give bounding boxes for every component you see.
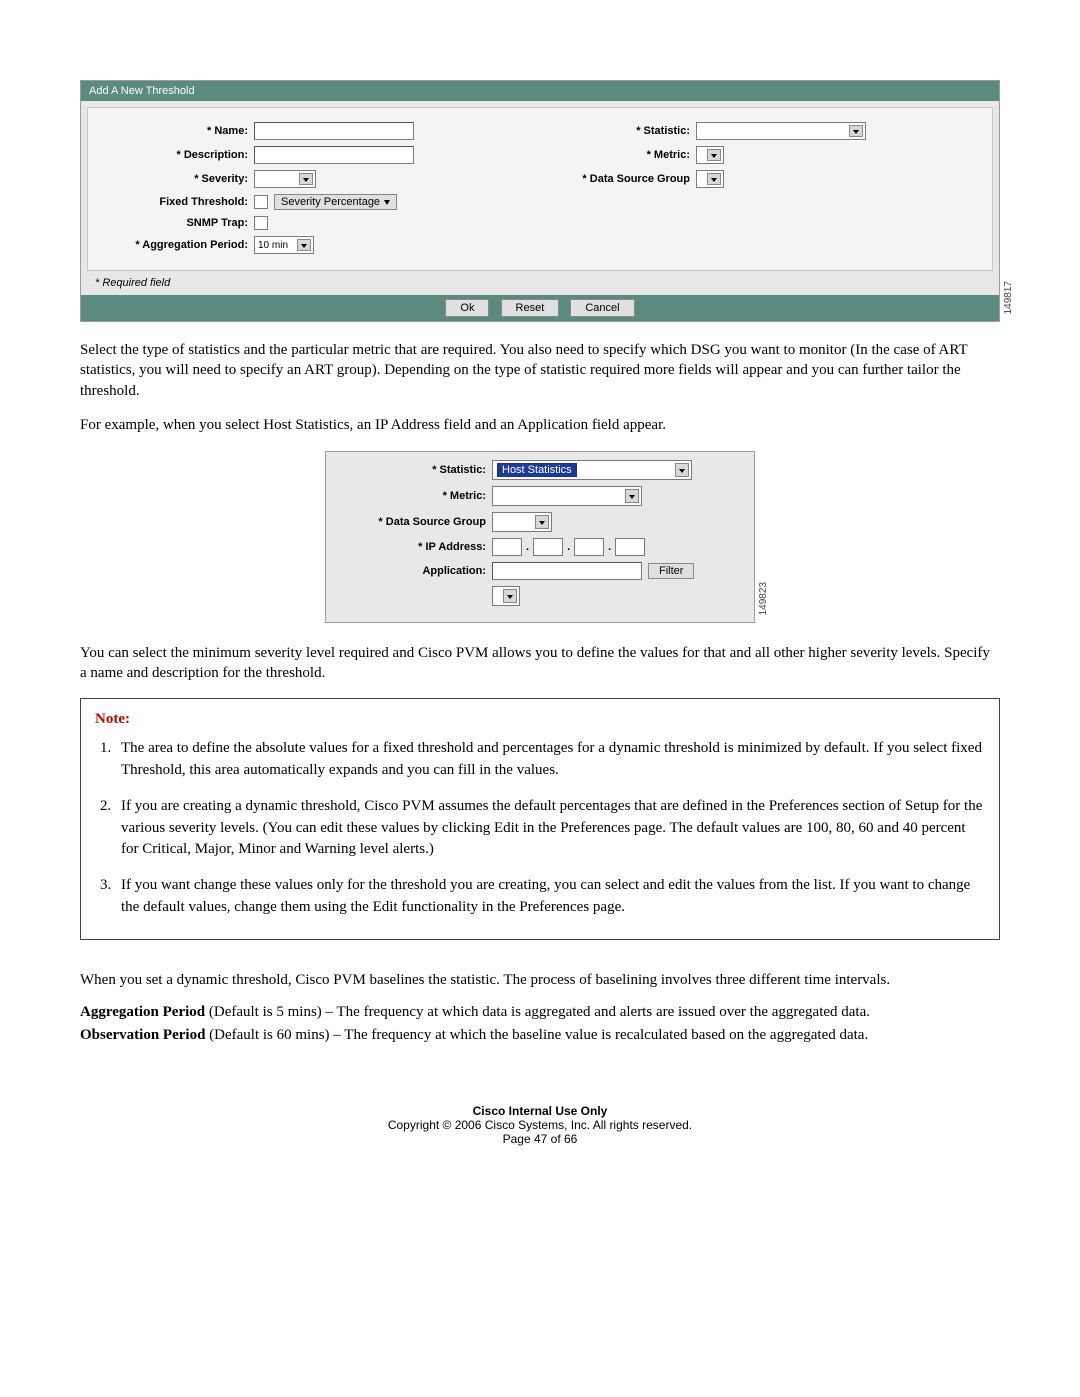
statistic-select-2[interactable]: Host Statistics [492, 460, 692, 480]
note-item-2: If you are creating a dynamic threshold,… [115, 796, 985, 861]
footer-line-3: Page 47 of 66 [80, 1132, 1000, 1146]
label-data-source-group: * Data Source Group [560, 173, 690, 185]
dsg-select-2[interactable] [492, 512, 552, 532]
label-metric-2: * Metric: [336, 490, 486, 502]
required-field-note: * Required field [95, 277, 993, 289]
page-footer: Cisco Internal Use Only Copyright © 2006… [80, 1104, 1000, 1146]
description-input[interactable] [254, 146, 414, 164]
label-description: * Description: [102, 149, 248, 161]
label-statistic-2: * Statistic: [336, 464, 486, 476]
note-box: Note: The area to define the absolute va… [80, 698, 1000, 940]
fixed-threshold-checkbox[interactable] [254, 195, 268, 209]
data-source-group-select[interactable] [696, 170, 724, 188]
label-metric: * Metric: [560, 149, 690, 161]
def-aggregation-bold: Aggregation Period [80, 1004, 205, 1020]
label-statistic: * Statistic: [560, 125, 690, 137]
severity-percentage-label: Severity Percentage [281, 196, 380, 208]
label-severity: * Severity: [102, 173, 248, 185]
reset-button[interactable]: Reset [501, 299, 560, 317]
chevron-down-icon [384, 200, 390, 205]
figure-add-threshold: Add A New Threshold * Name: * Descriptio… [80, 80, 1000, 322]
note-item-3: If you want change these values only for… [115, 875, 985, 919]
figure-code-1: 149817 [1003, 281, 1014, 314]
footer-line-2: Copyright © 2006 Cisco Systems, Inc. All… [80, 1118, 1000, 1132]
figure-host-statistics: * Statistic: Host Statistics * Metric: *… [325, 451, 755, 623]
application-result-select[interactable] [492, 586, 520, 606]
label-aggregation-period: * Aggregation Period: [102, 239, 248, 251]
ok-button[interactable]: Ok [445, 299, 489, 317]
aggregation-period-select[interactable]: 10 min [254, 236, 314, 254]
paragraph-1: Select the type of statistics and the pa… [80, 340, 1000, 401]
metric-select-2[interactable] [492, 486, 642, 506]
button-bar: Ok Reset Cancel [81, 295, 999, 321]
label-snmp-trap: SNMP Trap: [102, 217, 248, 229]
label-ip-address: * IP Address: [336, 541, 486, 553]
aggregation-period-value: 10 min [258, 240, 288, 251]
filter-button[interactable]: Filter [648, 563, 694, 579]
name-input[interactable] [254, 122, 414, 140]
metric-select[interactable] [696, 146, 724, 164]
snmp-trap-checkbox[interactable] [254, 216, 268, 230]
definitions: Aggregation Period (Default is 5 mins) –… [80, 1004, 1000, 1044]
ip-octet-3[interactable] [574, 538, 604, 556]
cancel-button[interactable]: Cancel [570, 299, 634, 317]
ip-address-input[interactable]: . . . [492, 538, 645, 556]
def-observation-bold: Observation Period [80, 1027, 205, 1043]
label-application: Application: [336, 565, 486, 577]
statistic-value-2: Host Statistics [497, 463, 577, 477]
statistic-select[interactable] [696, 122, 866, 140]
note-heading: Note: [95, 709, 985, 731]
application-input[interactable] [492, 562, 642, 580]
ip-octet-2[interactable] [533, 538, 563, 556]
note-item-1: The area to define the absolute values f… [115, 738, 985, 782]
ip-octet-1[interactable] [492, 538, 522, 556]
def-aggregation-text: (Default is 5 mins) – The frequency at w… [205, 1004, 870, 1020]
ip-octet-4[interactable] [615, 538, 645, 556]
def-observation-text: (Default is 60 mins) – The frequency at … [205, 1027, 868, 1043]
paragraph-2: For example, when you select Host Statis… [80, 415, 1000, 435]
paragraph-4: When you set a dynamic threshold, Cisco … [80, 970, 1000, 990]
label-dsg-2: * Data Source Group [336, 516, 486, 528]
paragraph-3: You can select the minimum severity leve… [80, 643, 1000, 684]
footer-line-1: Cisco Internal Use Only [80, 1104, 1000, 1118]
panel-title: Add A New Threshold [81, 81, 999, 101]
severity-percentage-button[interactable]: Severity Percentage [274, 194, 397, 210]
label-name: * Name: [102, 125, 248, 137]
severity-select[interactable] [254, 170, 316, 188]
figure-code-2: 149823 [758, 582, 769, 615]
label-fixed-threshold: Fixed Threshold: [102, 196, 248, 208]
